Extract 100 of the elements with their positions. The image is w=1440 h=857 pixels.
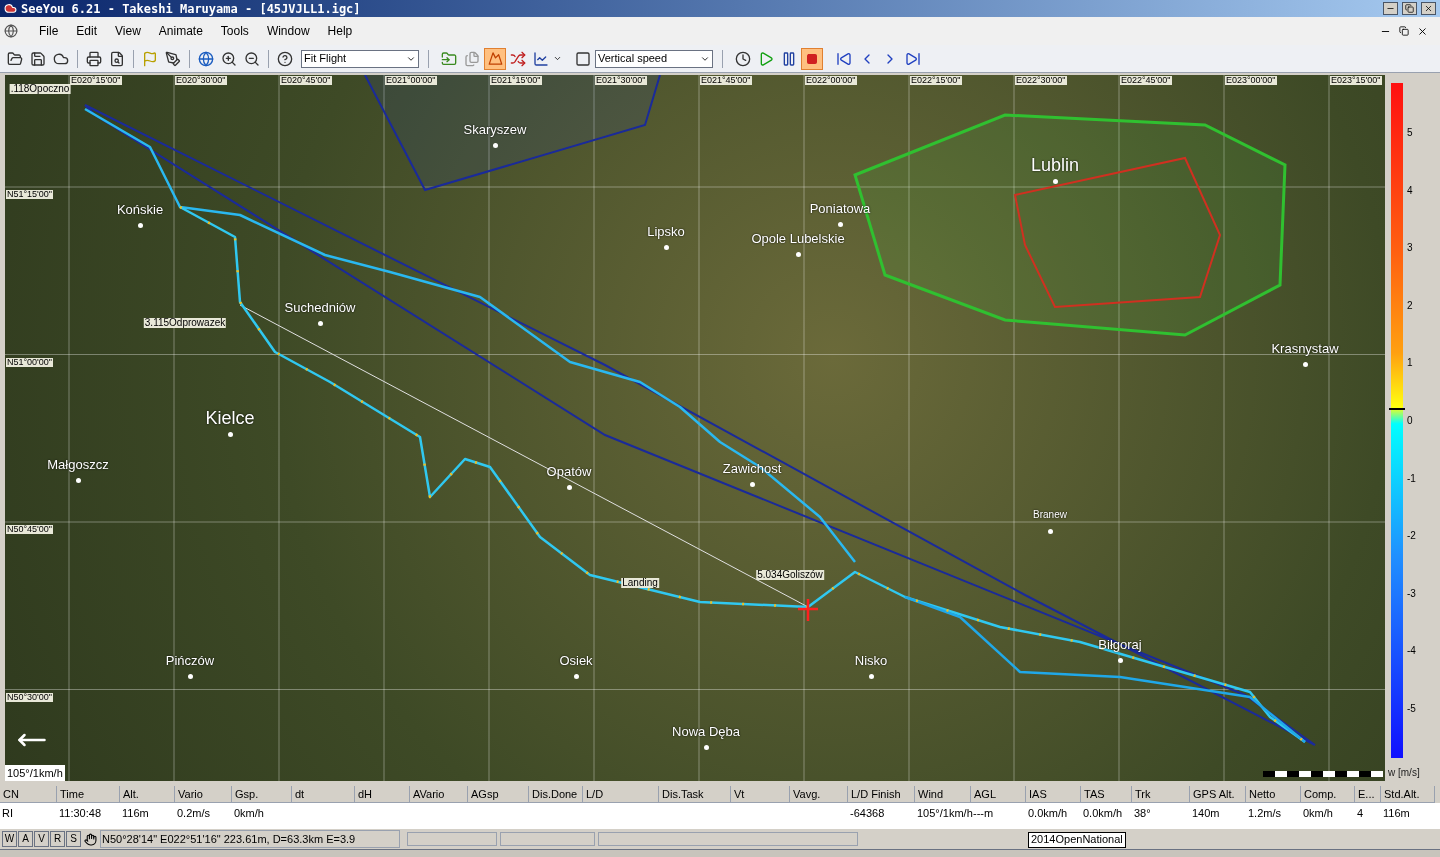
hand-icon — [84, 832, 97, 846]
legend-tick-label: -4 — [1407, 644, 1416, 659]
restore-button[interactable] — [1402, 2, 1417, 15]
legend-tick-label: -1 — [1407, 471, 1416, 486]
table-cell: 0km/h — [1303, 807, 1333, 819]
column-header[interactable]: GPS Alt. — [1190, 786, 1246, 803]
place-label: Lublin — [1031, 156, 1079, 174]
column-header[interactable]: Comp. — [1301, 786, 1355, 803]
column-header[interactable]: Dis.Task — [659, 786, 731, 803]
column-header[interactable]: dt — [292, 786, 355, 803]
menu-item[interactable]: View — [106, 22, 150, 40]
place-label: Nowa Dęba — [672, 724, 740, 738]
column-header[interactable]: Std.Alt. — [1381, 786, 1435, 803]
column-header[interactable]: Gsp. — [232, 786, 292, 803]
view-toggle-button[interactable]: S — [66, 831, 81, 847]
menu-item[interactable]: Tools — [211, 22, 258, 40]
app-icon — [4, 2, 17, 15]
tooltip: 2014OpenNational — [1028, 832, 1126, 848]
place-label: Krasnystaw — [1271, 341, 1339, 355]
zoom-select[interactable]: Fit Flight — [301, 49, 419, 68]
task-toggle-button[interactable] — [484, 47, 506, 70]
longitude-label: E021°15'00" — [490, 76, 542, 85]
column-header[interactable]: Alt. — [120, 786, 175, 803]
column-header[interactable]: Dis.Done — [529, 786, 583, 803]
table-cell: 0.0km/h — [1028, 807, 1068, 819]
menu-item[interactable]: Animate — [149, 22, 212, 40]
table-cell: 1.2m/s — [1248, 807, 1281, 819]
column-header[interactable]: CN — [0, 786, 57, 803]
window-title: SeeYou 6.21 - Takeshi Maruyama - [45JVJLL1.igc] — [21, 0, 361, 18]
column-header[interactable]: IAS — [1026, 786, 1081, 803]
table-cell: 0.0km/h — [1083, 807, 1123, 819]
cursor-position: N50°28'14" E022°51'16" 223.61m, D=63.3km E=3.9 — [100, 829, 400, 849]
menu-item[interactable]: Help — [318, 22, 362, 40]
longitude-label: E023°00'00" — [1225, 76, 1277, 85]
legend-tick-label: 1 — [1407, 356, 1413, 371]
column-header[interactable]: TAS — [1081, 786, 1132, 803]
longitude-label: E021°30'00" — [595, 76, 647, 85]
longitude-label: E021°00'00" — [385, 76, 437, 85]
latitude-label: N51°15'00" — [6, 190, 54, 199]
place-label: Branew — [1033, 510, 1067, 520]
legend-tick-label: 5 — [1407, 126, 1413, 140]
menu-item[interactable]: Window — [257, 22, 319, 40]
view-toggle-button[interactable]: V — [34, 831, 49, 847]
latitude-label: N50°30'00" — [6, 692, 54, 702]
view-toggle-button[interactable]: W — [2, 831, 17, 847]
legend-tick-label: 2 — [1407, 298, 1413, 313]
view-toggle-button[interactable]: A — [18, 831, 33, 847]
legend-tick-label: -5 — [1407, 702, 1416, 716]
column-header[interactable]: Trk — [1132, 786, 1190, 803]
graph-select[interactable]: Vertical speed — [595, 49, 713, 68]
place-label: Pińczów — [165, 653, 215, 667]
table-cell: RI — [2, 807, 13, 819]
longitude-label: E020°45'00" — [280, 76, 332, 85]
place-label: Końskie — [116, 202, 164, 216]
legend-tick-label: -2 — [1407, 529, 1416, 544]
column-header[interactable]: dH — [355, 786, 410, 803]
legend-unit: w [m/s] — [1388, 766, 1420, 780]
stop-icon — [806, 52, 818, 65]
table-cell: 38° — [1134, 807, 1151, 819]
longitude-label: E022°30'00" — [1015, 76, 1067, 85]
column-header[interactable]: L/D Finish — [848, 786, 915, 803]
column-header[interactable]: Vario — [175, 786, 232, 803]
view-toggle-button[interactable]: R — [50, 831, 65, 847]
table-cell: 105°/1km/h — [917, 807, 973, 819]
wind-label: 105°/1km/h — [5, 764, 65, 781]
column-header[interactable]: AGL — [971, 786, 1026, 803]
menu-item[interactable]: Edit — [67, 22, 107, 40]
place-label: Suchedniów — [284, 300, 356, 314]
longitude-label: E022°45'00" — [1120, 76, 1172, 85]
table-cell: 4 — [1357, 807, 1364, 819]
column-header[interactable]: Netto — [1246, 786, 1301, 803]
longitude-label: E022°15'00" — [910, 76, 962, 85]
waypoint-label: Landing — [621, 578, 659, 588]
column-header[interactable]: Vavg. — [790, 786, 848, 803]
column-header[interactable]: AGsp — [468, 786, 529, 803]
waypoint-label: 5.034Goliszów — [756, 570, 824, 580]
place-label: Kielce — [205, 409, 255, 427]
table-cell: 0.2m/s — [177, 807, 210, 819]
column-header[interactable]: L/D — [583, 786, 659, 803]
column-header[interactable]: Wind — [915, 786, 971, 803]
column-header[interactable]: E... — [1355, 786, 1381, 803]
column-header[interactable]: AVario — [410, 786, 468, 803]
column-header[interactable]: Vt — [731, 786, 790, 803]
place-label: Skaryszew — [463, 122, 527, 136]
waypoint-label: .118Opoczno — [9, 84, 71, 94]
place-label: Nisko — [854, 653, 888, 667]
landing-marker — [796, 597, 820, 623]
column-header[interactable]: Time — [57, 786, 120, 803]
stop-button[interactable] — [801, 47, 823, 70]
minimize-button[interactable] — [1383, 2, 1398, 15]
zero-marker — [1389, 408, 1405, 410]
close-button[interactable] — [1421, 2, 1436, 15]
legend-tick-label: 3 — [1407, 241, 1413, 256]
place-label: Małgoszcz — [47, 457, 109, 471]
longitude-label: E020°30'00" — [175, 76, 227, 85]
close-icon — [1417, 25, 1428, 37]
longitude-label: E023°15'00" — [1330, 76, 1382, 85]
place-label: Biłgoraj — [1098, 637, 1142, 651]
menu-item[interactable]: File — [30, 22, 68, 40]
longitude-label: E022°00'00" — [805, 76, 857, 85]
